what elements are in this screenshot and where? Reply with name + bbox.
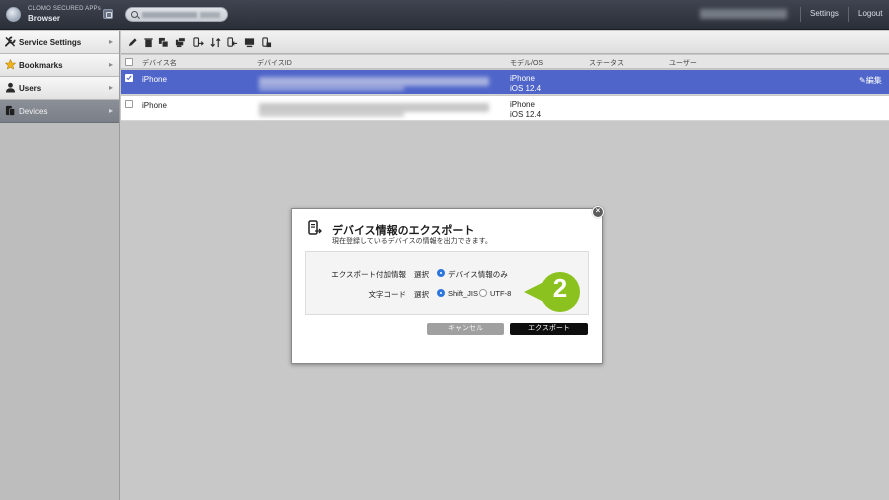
account-name-redacted — [700, 9, 787, 19]
screen-icon[interactable] — [244, 37, 255, 48]
transfer-icon[interactable] — [210, 37, 221, 48]
top-bar: CLOMO SECURED APPs Browser Settings Logo… — [0, 0, 889, 30]
column-header-user[interactable]: ユーザー — [669, 58, 697, 68]
device-toolbar — [121, 31, 889, 54]
sidebar-item-label: Users — [19, 84, 42, 93]
device-id-redacted-2 — [259, 111, 404, 117]
chevron-right-icon: ▸ — [108, 106, 113, 115]
column-header-status[interactable]: ステータス — [589, 58, 624, 68]
pencil-icon[interactable] — [127, 37, 138, 48]
sidebar-item-label: Bookmarks — [19, 61, 63, 70]
logout-link[interactable]: Logout — [858, 9, 882, 18]
device-icon — [5, 105, 15, 116]
sidebar: Service Settings ▸ Bookmarks ▸ Users ▸ D… — [0, 31, 120, 500]
user-icon — [5, 82, 16, 93]
charset-select-label: 選択 — [414, 290, 429, 299]
import-device-icon[interactable] — [227, 37, 238, 48]
option-shift-jis[interactable]: Shift_JIS — [448, 289, 478, 298]
table-row[interactable]: iPhone iPhone iOS 12.4 — [121, 96, 889, 121]
device-sync-icon[interactable] — [175, 37, 186, 48]
sidebar-item-label: Service Settings — [19, 38, 82, 47]
chevron-right-icon: ▸ — [108, 83, 113, 92]
device-name: iPhone — [142, 101, 167, 110]
device-os: iOS 12.4 — [510, 84, 542, 93]
sidebar-item-bookmarks[interactable]: Bookmarks ▸ — [0, 54, 119, 77]
cancel-button[interactable]: キャンセル — [427, 323, 504, 335]
column-header-name[interactable]: デバイス名 — [142, 58, 177, 68]
search-field[interactable] — [125, 7, 228, 22]
edit-button[interactable]: ✎編集 — [859, 75, 889, 86]
export-device-icon — [308, 220, 322, 235]
table-header: デバイス名 デバイスID モデル/OS ステータス ユーザー — [121, 55, 889, 69]
trash-icon[interactable] — [143, 37, 154, 48]
header-divider — [848, 7, 849, 22]
checkmark-icon — [126, 75, 132, 81]
export-device-icon[interactable] — [193, 37, 204, 48]
sidebar-item-users[interactable]: Users ▸ — [0, 77, 119, 100]
device-model: iPhone — [510, 100, 535, 109]
option-device-info-only[interactable]: デバイス情報のみ — [448, 269, 508, 280]
device-lock-icon[interactable] — [261, 37, 272, 48]
table-row[interactable]: iPhone iPhone iOS 12.4 ✎編集 — [121, 70, 889, 95]
export-info-label: エクスポート付加情報 — [331, 270, 406, 279]
wrench-icon — [5, 36, 16, 47]
sidebar-item-devices[interactable]: Devices ▸ — [0, 100, 119, 123]
row-checkbox[interactable] — [125, 74, 133, 82]
charset-label: 文字コード — [368, 290, 407, 299]
search-input[interactable] — [126, 8, 227, 21]
star-icon — [5, 59, 16, 70]
radio-device-info-only[interactable] — [437, 269, 445, 277]
radio-utf8[interactable] — [479, 289, 487, 297]
settings-link[interactable]: Settings — [810, 9, 839, 18]
close-icon[interactable]: × — [592, 206, 604, 218]
app-subtitle: CLOMO SECURED APPs — [28, 6, 101, 12]
copy-icon[interactable] — [158, 37, 169, 48]
device-os: iOS 12.4 — [510, 110, 542, 119]
export-info-select-label: 選択 — [414, 270, 429, 279]
option-utf8[interactable]: UTF-8 — [490, 289, 511, 298]
radio-shift-jis[interactable] — [437, 289, 445, 297]
export-button[interactable]: エクスポート — [510, 323, 588, 335]
edit-label: 編集 — [865, 76, 882, 85]
chevron-right-icon: ▸ — [108, 60, 113, 69]
select-all-checkbox[interactable] — [125, 58, 133, 66]
device-model: iPhone — [510, 74, 535, 83]
device-id-redacted-2 — [259, 85, 404, 91]
dialog-subtitle: 現在登録しているデバイスの情報を出力できます。 — [332, 238, 492, 245]
column-header-device-id[interactable]: デバイスID — [257, 58, 292, 68]
header-divider — [800, 7, 801, 22]
sidebar-item-service-settings[interactable]: Service Settings ▸ — [0, 31, 119, 54]
app-logo-icon — [6, 7, 21, 22]
column-header-model-os[interactable]: モデル/OS — [510, 58, 543, 68]
chevron-right-icon: ▸ — [108, 37, 113, 46]
device-name: iPhone — [142, 75, 167, 84]
step-number: 2 — [552, 273, 568, 303]
app-name: Browser — [28, 14, 61, 23]
share-icon[interactable] — [103, 9, 113, 19]
row-checkbox[interactable] — [125, 100, 133, 108]
sidebar-item-label: Devices — [19, 107, 48, 116]
pencil-icon: ✎ — [859, 76, 866, 85]
